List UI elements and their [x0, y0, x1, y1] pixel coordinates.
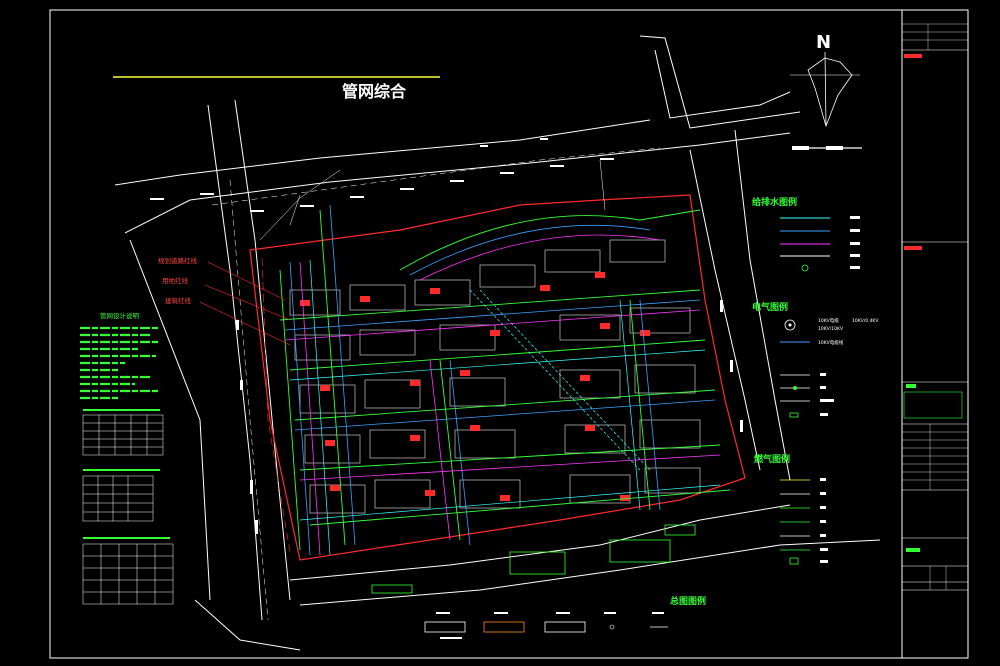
drawing-title: 管网综合: [342, 82, 407, 101]
legend-bottom: 总图图例: [424, 595, 706, 639]
legend-electric-item-1: 10KV电缆: [818, 317, 839, 324]
legend-electric-item-2: 10KV/0.4KV: [852, 318, 879, 324]
legend-electric: 电气图例 10KV电缆 10KV/0.4KV 10KV/10KV 10KV电缆线: [752, 301, 879, 346]
notes-title: 管网设计说明: [100, 311, 140, 320]
legend-electric-title: 电气图例: [752, 301, 788, 313]
title-block: [901, 9, 969, 659]
annotation-road-red-line: 规划道路红线: [158, 256, 198, 265]
legend-electric-item-4: 10KV电缆线: [818, 339, 844, 346]
north-label: N: [816, 32, 831, 53]
annotation-building-red-line: 建筑红线: [165, 296, 192, 305]
legend-gas-title: 燃气图例: [754, 453, 790, 465]
design-notes: 管网设计说明: [80, 311, 160, 400]
pipe-tables: [82, 409, 174, 605]
legend-water: 给排水图例: [752, 196, 860, 272]
buildings: [289, 239, 701, 514]
north-arrow: N: [790, 32, 862, 150]
roads: [114, 35, 881, 651]
annotation-land-red-line: 用地红线: [162, 276, 189, 285]
legend-bottom-title: 总图图例: [670, 595, 706, 607]
drawing-frame: [49, 9, 969, 659]
legend-electric-item-3: 10KV/10KV: [818, 326, 844, 332]
legend-symbols: [780, 373, 834, 418]
legend-water-title: 给排水图例: [752, 196, 797, 208]
cad-drawing: 管网综合 N 规划道路红线 用地红线 建筑红线 管网设计说明 给排水图例 电气图…: [49, 9, 969, 659]
